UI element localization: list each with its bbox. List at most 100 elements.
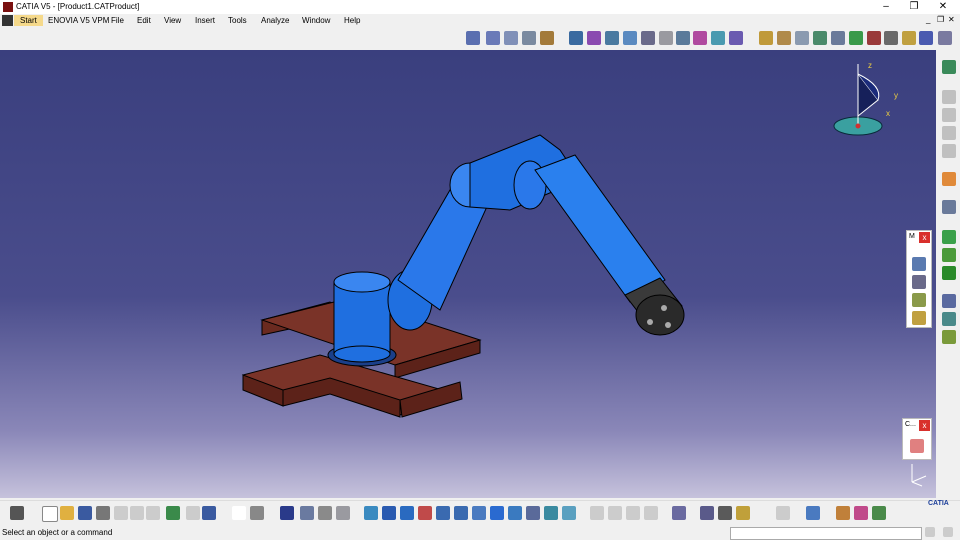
product-icon[interactable] [795,31,809,45]
menu-analyze[interactable]: Analyze [261,16,289,25]
part-icon[interactable] [587,31,601,45]
explode-tool-icon[interactable] [912,311,926,325]
normal-view-icon[interactable] [472,506,486,520]
eraser-icon[interactable] [806,506,820,520]
base-column[interactable] [333,271,391,363]
move-icon[interactable] [641,31,655,45]
material-icon[interactable] [836,506,850,520]
measure-between-icon[interactable] [644,506,658,520]
menu-file[interactable]: File [111,16,124,25]
floating-toolbar-c[interactable]: C... x [902,418,932,460]
light-icon[interactable] [736,506,750,520]
sensor-icon[interactable] [672,506,686,520]
replace-icon[interactable] [831,31,845,45]
smart-move-icon[interactable] [912,293,926,307]
3d-viewport[interactable]: z y x M x C... x [0,50,936,498]
menu-window[interactable]: Window [302,16,330,25]
constraint-icon[interactable] [623,31,637,45]
minimize-button[interactable]: – [879,1,893,13]
analysis-icon[interactable] [872,506,886,520]
catalog-icon[interactable] [540,31,554,45]
inertia-icon[interactable] [608,506,622,520]
menu-tools[interactable]: Tools [228,16,247,25]
panel-c-close-icon[interactable]: x [919,420,930,431]
menu-enovia[interactable]: ENOVIA V5 VPM [48,16,109,25]
render-style-icon[interactable] [526,506,540,520]
zoom-out-icon[interactable] [454,506,468,520]
workbench-icon[interactable] [942,60,956,74]
fix-together-icon[interactable] [942,330,956,344]
insert-icon[interactable] [813,31,827,45]
zoom-icon[interactable] [504,31,518,45]
lock-icon[interactable] [318,506,332,520]
publish-icon[interactable] [902,31,916,45]
document-icon[interactable] [2,15,13,26]
status-icon-1[interactable] [925,527,935,537]
fix-icon[interactable] [942,312,956,326]
help-icon[interactable] [202,506,216,520]
rotate-icon[interactable] [418,506,432,520]
fit-all-icon[interactable] [382,506,396,520]
new-part-icon[interactable] [942,126,956,140]
menu-insert[interactable]: Insert [195,16,215,25]
floating-toolbar-m[interactable]: M x [906,230,932,328]
tree-icon[interactable] [300,506,314,520]
record-icon[interactable] [718,506,732,520]
sketch-icon[interactable] [569,31,583,45]
explode-icon[interactable] [676,31,690,45]
scene-icon[interactable] [919,31,933,45]
item-icon[interactable] [626,506,640,520]
redo-icon[interactable] [186,506,200,520]
formula-icon[interactable] [232,506,246,520]
mdi-close-button[interactable]: ✕ [948,15,955,24]
graph-icon[interactable] [849,31,863,45]
select-arrow-icon[interactable] [942,172,956,186]
offset-icon[interactable] [942,266,956,280]
knowledge-icon[interactable] [250,506,264,520]
coincidence-icon[interactable] [942,230,956,244]
fly-icon[interactable] [364,506,378,520]
catalog-tool-icon[interactable] [910,439,924,453]
properties-icon[interactable] [336,506,350,520]
angle-icon[interactable] [942,294,956,308]
new-product-icon[interactable] [942,108,956,122]
apply-material-icon[interactable] [854,506,868,520]
zoom-in-icon[interactable] [436,506,450,520]
snap-icon[interactable] [659,31,673,45]
reorder-icon[interactable] [867,31,881,45]
menu-view[interactable]: View [164,16,181,25]
catalog-browser-icon[interactable] [759,31,773,45]
undo-icon[interactable] [166,506,180,520]
update-icon[interactable] [942,200,956,214]
axis-icon[interactable] [466,31,480,45]
restore-button[interactable]: ❐ [907,1,921,13]
save-icon[interactable] [78,506,92,520]
mdi-restore-button[interactable]: ❐ [937,15,944,24]
pan-icon[interactable] [400,506,414,520]
hide-show-icon[interactable] [544,506,558,520]
multi-view-icon[interactable] [490,506,504,520]
numbering-icon[interactable] [884,31,898,45]
forearm[interactable] [534,154,666,303]
mdi-minimize-button[interactable]: _ [926,15,930,24]
clash-icon[interactable] [693,31,707,45]
compass-widget[interactable]: z y x [828,56,908,146]
component-icon[interactable] [777,31,791,45]
grid-icon[interactable] [522,31,536,45]
close-button[interactable]: ✕ [936,1,950,13]
copy-icon[interactable] [130,506,144,520]
refresh-icon[interactable] [776,506,790,520]
iso-view-icon[interactable] [508,506,522,520]
distance-tool-icon[interactable] [590,506,604,520]
status-icon-2[interactable] [943,527,953,537]
paste-icon[interactable] [146,506,160,520]
menu-edit[interactable]: Edit [137,16,151,25]
existing-component-icon[interactable] [942,144,956,158]
contact-icon[interactable] [942,248,956,262]
new-component-icon[interactable] [942,90,956,104]
measure-icon[interactable] [486,31,500,45]
section-icon[interactable] [711,31,725,45]
manipulate-icon[interactable] [912,257,926,271]
snap-tool-icon[interactable] [912,275,926,289]
load-icon[interactable] [938,31,952,45]
